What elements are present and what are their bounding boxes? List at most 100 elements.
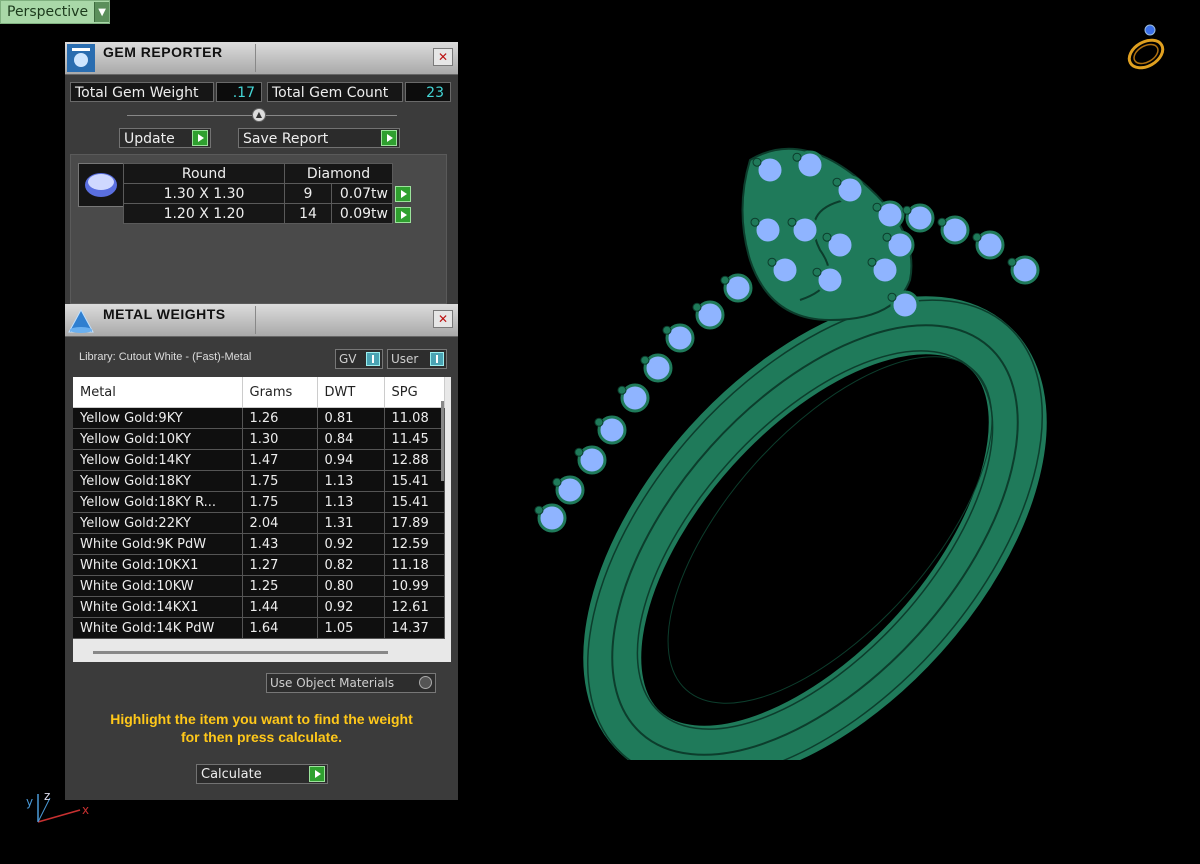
prong [882, 232, 892, 242]
calculate-button[interactable]: Calculate [196, 764, 328, 784]
play-icon [381, 130, 397, 146]
table-cell: Yellow Gold:22KY [73, 512, 243, 534]
gem-row[interactable]: 1.30 X 1.30 9 0.07tw [123, 183, 393, 204]
table-cell: 1.05 [317, 617, 385, 639]
table-row[interactable]: White Gold:10KX1 1.27 0.82 11.18 [73, 554, 445, 576]
metal-weights-titlebar[interactable]: METAL WEIGHTS ✕ [65, 304, 458, 337]
table-row[interactable]: Yellow Gold:9KY 1.26 0.81 11.08 [73, 407, 445, 429]
prong [594, 417, 604, 427]
prong [750, 217, 760, 227]
column-header[interactable]: Metal [73, 377, 243, 408]
table-row[interactable]: White Gold:9K PdW 1.43 0.92 12.59 [73, 533, 445, 555]
table-cell: 0.82 [317, 554, 385, 576]
prong [872, 202, 882, 212]
table-cell: 1.47 [242, 449, 318, 471]
total-gem-count-value: 23 [405, 82, 451, 102]
radio-icon [419, 676, 432, 689]
table-row[interactable]: Yellow Gold:22KY 2.04 1.31 17.89 [73, 512, 445, 534]
metal-table: Metal Grams DWT SPG Yellow Gold:9KY 1.26 0.81… [73, 377, 445, 639]
prong [662, 325, 672, 335]
table-row[interactable]: Yellow Gold:18KY 1.75 1.13 15.41 [73, 470, 445, 492]
column-header[interactable]: SPG [384, 377, 445, 408]
total-gem-count-label: Total Gem Count [267, 82, 403, 102]
table-row[interactable]: Yellow Gold:18KY R... 1.75 1.13 15.41 [73, 491, 445, 513]
table-row[interactable]: Yellow Gold:14KY 1.47 0.94 12.88 [73, 449, 445, 471]
prong [787, 217, 797, 227]
metal-scale-icon [68, 308, 94, 333]
table-row[interactable]: White Gold:10KW 1.25 0.80 10.99 [73, 575, 445, 597]
table-cell: 1.27 [242, 554, 318, 576]
prong [792, 152, 802, 162]
close-icon[interactable]: ✕ [433, 48, 453, 66]
collapse-handle-icon[interactable]: ▲ [252, 108, 266, 122]
table-cell: 12.59 [384, 533, 445, 555]
gem-row-select-button[interactable] [393, 206, 413, 225]
gem-shape-header: Round [123, 163, 285, 184]
horizontal-scrollbar[interactable] [93, 651, 388, 654]
prong [752, 157, 762, 167]
table-cell: Yellow Gold:14KY [73, 449, 243, 471]
gem-table: Round Diamond 1.30 X 1.30 9 0.07tw 1.20 … [123, 163, 393, 224]
table-cell: 1.75 [242, 491, 318, 513]
gem-thumbnail[interactable] [78, 163, 124, 207]
prong [822, 232, 832, 242]
update-button[interactable]: Update [119, 128, 211, 148]
table-cell: 15.41 [384, 470, 445, 492]
table-cell: 1.13 [317, 470, 385, 492]
table-cell: 10.99 [384, 575, 445, 597]
toggle-icon [366, 352, 380, 366]
gem-row[interactable]: 1.20 X 1.20 14 0.09tw [123, 203, 393, 224]
table-cell: Yellow Gold:18KY R... [73, 491, 243, 513]
prong [574, 447, 584, 457]
gem-reporter-titlebar[interactable]: GEM REPORTER ✕ [65, 42, 458, 75]
table-row[interactable]: White Gold:14KX1 1.44 0.92 12.61 [73, 596, 445, 618]
column-header[interactable]: DWT [317, 377, 385, 408]
viewport-name: Perspective [7, 4, 89, 20]
table-cell: Yellow Gold:18KY [73, 470, 243, 492]
table-row[interactable]: Yellow Gold:10KY 1.30 0.84 11.45 [73, 428, 445, 450]
gem-row-select-button[interactable] [393, 185, 413, 204]
table-cell: 1.25 [242, 575, 318, 597]
ring-icon[interactable] [1120, 18, 1176, 74]
prong [552, 477, 562, 487]
table-cell: 0.92 [317, 596, 385, 618]
table-cell: 2.04 [242, 512, 318, 534]
play-icon [192, 130, 208, 146]
table-cell: 11.18 [384, 554, 445, 576]
prong [692, 302, 702, 312]
table-cell: 0.80 [317, 575, 385, 597]
table-cell: Yellow Gold:10KY [73, 428, 243, 450]
axis-z-label: z [44, 789, 50, 803]
table-cell: Yellow Gold:9KY [73, 407, 243, 429]
use-object-materials-toggle[interactable]: Use Object Materials [266, 673, 436, 693]
play-icon [309, 766, 325, 782]
library-label: Library: Cutout White - (Fast)-Metal [79, 351, 252, 363]
total-gem-weight-value: .17 [216, 82, 262, 102]
gem-report-icon [67, 44, 95, 72]
table-cell: 1.30 [242, 428, 318, 450]
column-header[interactable]: Grams [242, 377, 318, 408]
prong [720, 275, 730, 285]
total-gem-weight-label: Total Gem Weight [70, 82, 214, 102]
table-cell: 1.43 [242, 533, 318, 555]
save-report-button[interactable]: Save Report [238, 128, 400, 148]
chevron-down-icon[interactable]: ▼ [94, 2, 110, 22]
table-cell: White Gold:10KX1 [73, 554, 243, 576]
table-cell: 1.44 [242, 596, 318, 618]
vertical-scrollbar[interactable] [437, 381, 449, 661]
table-cell: 1.75 [242, 470, 318, 492]
gv-toggle[interactable]: GV [335, 349, 383, 369]
table-row[interactable]: White Gold:14K PdW 1.64 1.05 14.37 [73, 617, 445, 639]
prong [887, 292, 897, 302]
ring-model[interactable] [500, 120, 1140, 760]
axis-x-label: x [82, 803, 89, 817]
viewport-label[interactable]: Perspective ▼ [0, 0, 111, 24]
instruction-line-1: Highlight the item you want to find the … [110, 711, 413, 727]
metal-table-container[interactable]: Metal Grams DWT SPG Yellow Gold:9KY 1.26 0.81… [73, 377, 451, 662]
table-cell: 11.08 [384, 407, 445, 429]
table-cell: 14.37 [384, 617, 445, 639]
gem-material-header: Diamond [284, 163, 393, 184]
close-icon[interactable]: ✕ [433, 310, 453, 328]
prong [1007, 257, 1017, 267]
user-toggle[interactable]: User [387, 349, 447, 369]
